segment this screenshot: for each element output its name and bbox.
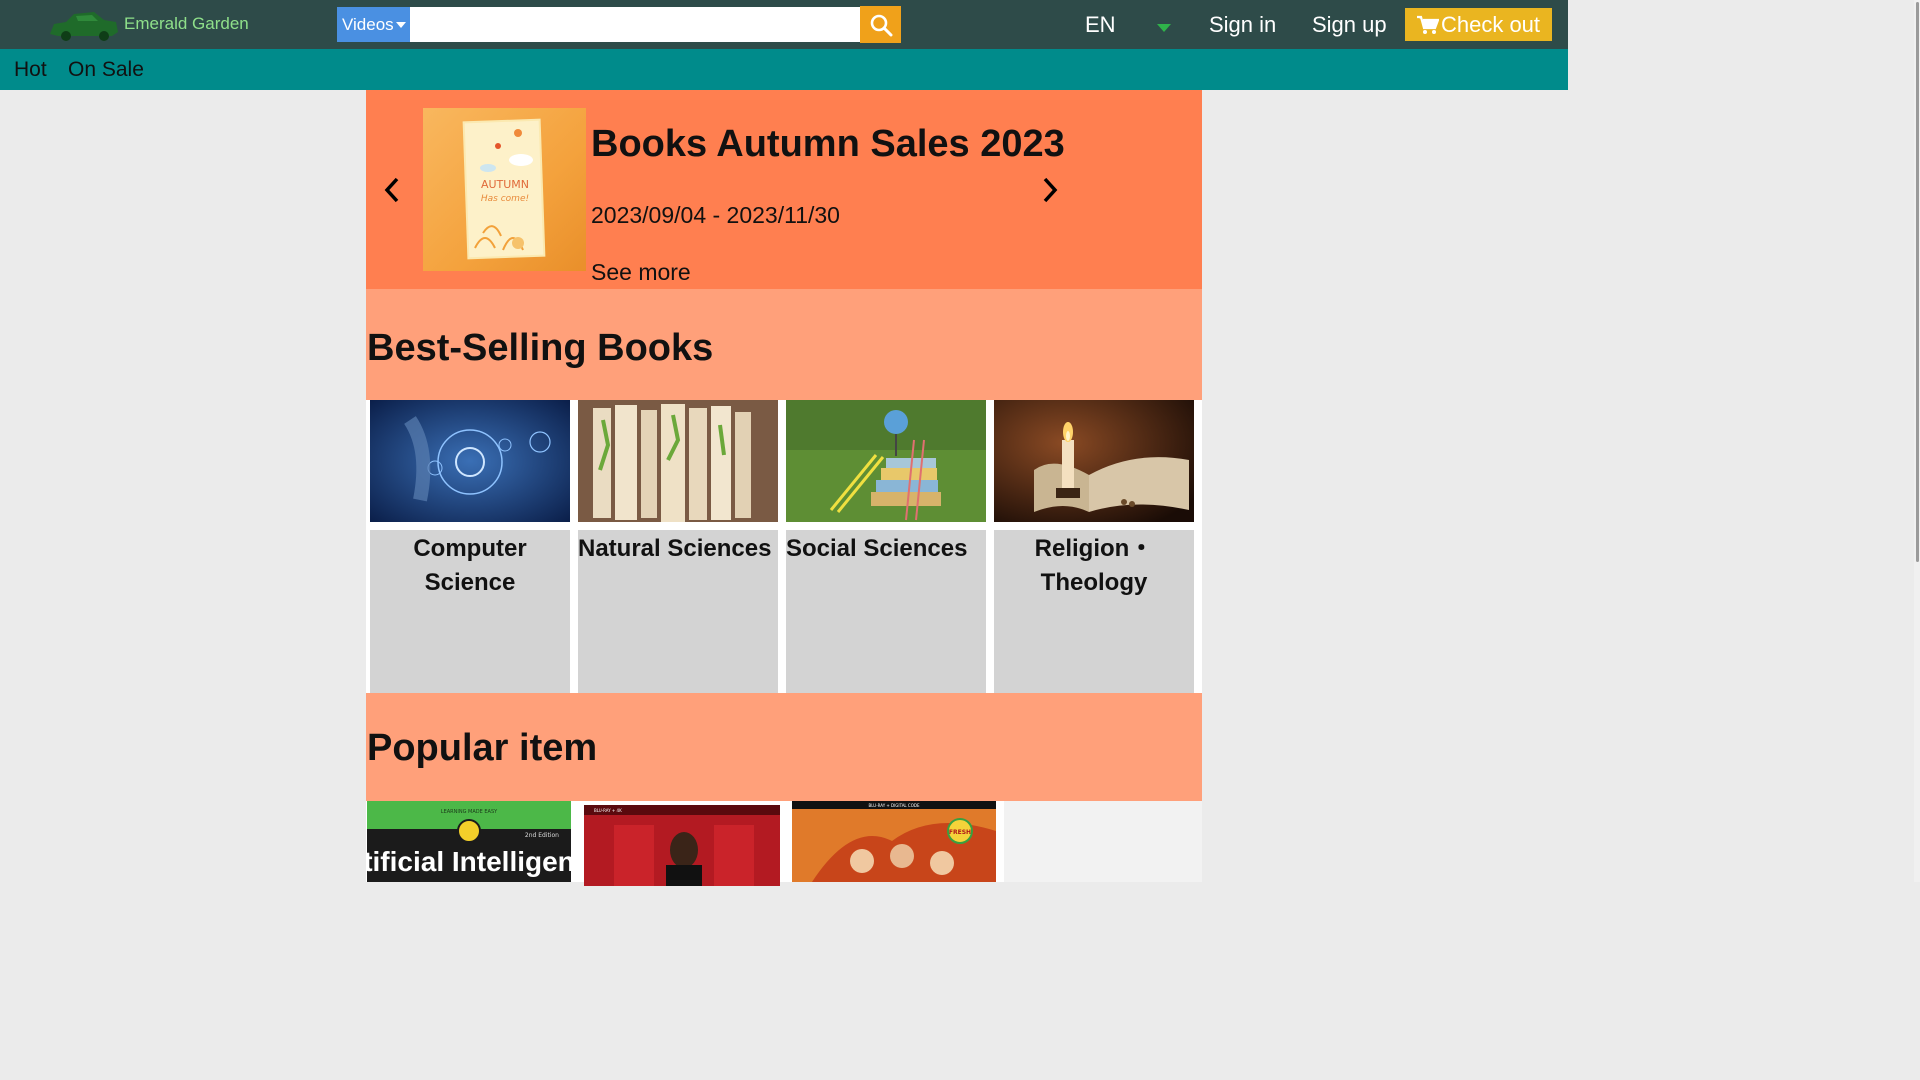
popular-item-card[interactable]: LEARNING MADE EASY 2nd Edition Artificia… [367, 801, 571, 882]
checkout-label: Check out [1440, 11, 1541, 37]
search-category-select[interactable]: Videos [337, 7, 410, 42]
banner-see-more-link[interactable]: See more [591, 259, 691, 286]
checkout-button[interactable]: Check out [1405, 8, 1552, 41]
search-input[interactable] [410, 7, 860, 42]
search-icon [870, 14, 892, 36]
carousel-prev-button[interactable] [381, 175, 403, 205]
chevron-right-icon [1043, 177, 1058, 203]
banner-book-text: AUTUMN [481, 178, 529, 191]
category-label: Religion・Theology [1034, 535, 1154, 596]
popular-item-placeholder [1004, 801, 1202, 882]
section-title: Popular item [367, 727, 598, 769]
nav-item-on-sale[interactable]: On Sale [68, 58, 144, 82]
cover-top-text: LEARNING MADE EASY [441, 809, 498, 815]
scrollbar-thumb[interactable] [1916, 2, 1919, 562]
promo-banner: AUTUMN Has come! Books Autumn Sales 2023… [366, 90, 1202, 289]
category-image [578, 400, 778, 522]
fresh-badge-text: FRESH [949, 829, 971, 836]
cart-icon [1416, 15, 1439, 34]
cover-top-text: BLU-RAY + DIGITAL CODE [869, 803, 920, 808]
category-image [370, 400, 570, 522]
category-card-computer-science[interactable]: Computer Science [370, 400, 570, 693]
search-button[interactable] [860, 6, 901, 43]
logo-text[interactable]: Emerald Garden [124, 14, 249, 34]
best-selling-header: Best-Selling Books [366, 289, 1202, 400]
category-grid: Computer Science Natural Sciences Social… [366, 400, 1202, 693]
section-title: Best-Selling Books [367, 327, 714, 369]
nav-bar: Hot On Sale [0, 49, 1568, 90]
main-content: AUTUMN Has come! Books Autumn Sales 2023… [366, 90, 1202, 886]
category-card-religion-theology[interactable]: Religion・Theology [994, 400, 1194, 693]
banner-book-image[interactable]: AUTUMN Has come! [423, 108, 586, 271]
nav-item-hot[interactable]: Hot [14, 58, 47, 82]
popular-item-card[interactable]: BLU-RAY + 4K [584, 805, 788, 886]
cover-top-text: BLU-RAY + 4K [594, 808, 622, 813]
search-category-label: Videos [342, 14, 394, 34]
category-label: Natural Sciences [578, 535, 772, 562]
sign-up-link[interactable]: Sign up [1312, 12, 1387, 38]
carousel-next-button[interactable] [1039, 175, 1061, 205]
category-card-social-sciences[interactable]: Social Sciences [786, 400, 986, 693]
cover-title-text: Artificial Intelligence [367, 846, 571, 877]
chevron-left-icon [384, 177, 399, 203]
cover-edition-text: 2nd Edition [525, 832, 559, 839]
chevron-down-icon[interactable] [1157, 24, 1171, 32]
popular-item-card[interactable]: BLU-RAY + DIGITAL CODE FRESH [792, 801, 996, 882]
category-label: Computer Science [413, 535, 527, 596]
chevron-down-icon [395, 21, 406, 28]
category-label: Social Sciences [786, 535, 968, 562]
popular-items-row: LEARNING MADE EASY 2nd Edition Artificia… [366, 801, 1202, 886]
category-gap [786, 522, 986, 530]
banner-book-subtext: Has come! [481, 194, 529, 204]
category-card-natural-sciences[interactable]: Natural Sciences [578, 400, 778, 693]
language-selector[interactable]: EN [1085, 12, 1116, 38]
sign-in-link[interactable]: Sign in [1209, 12, 1276, 38]
page-scrollbar[interactable] [1914, 0, 1920, 882]
category-image [786, 400, 986, 522]
category-gap [370, 522, 570, 530]
category-gap [994, 522, 1194, 530]
banner-title: Books Autumn Sales 2023 [591, 123, 1065, 165]
category-image [994, 400, 1194, 522]
popular-header: Popular item [366, 693, 1202, 801]
banner-date-range: 2023/09/04 - 2023/11/30 [591, 202, 840, 228]
category-gap [578, 522, 778, 530]
top-header: Emerald Garden Videos EN Sign in Sign up… [0, 0, 1568, 49]
car-logo-icon[interactable] [48, 8, 120, 42]
